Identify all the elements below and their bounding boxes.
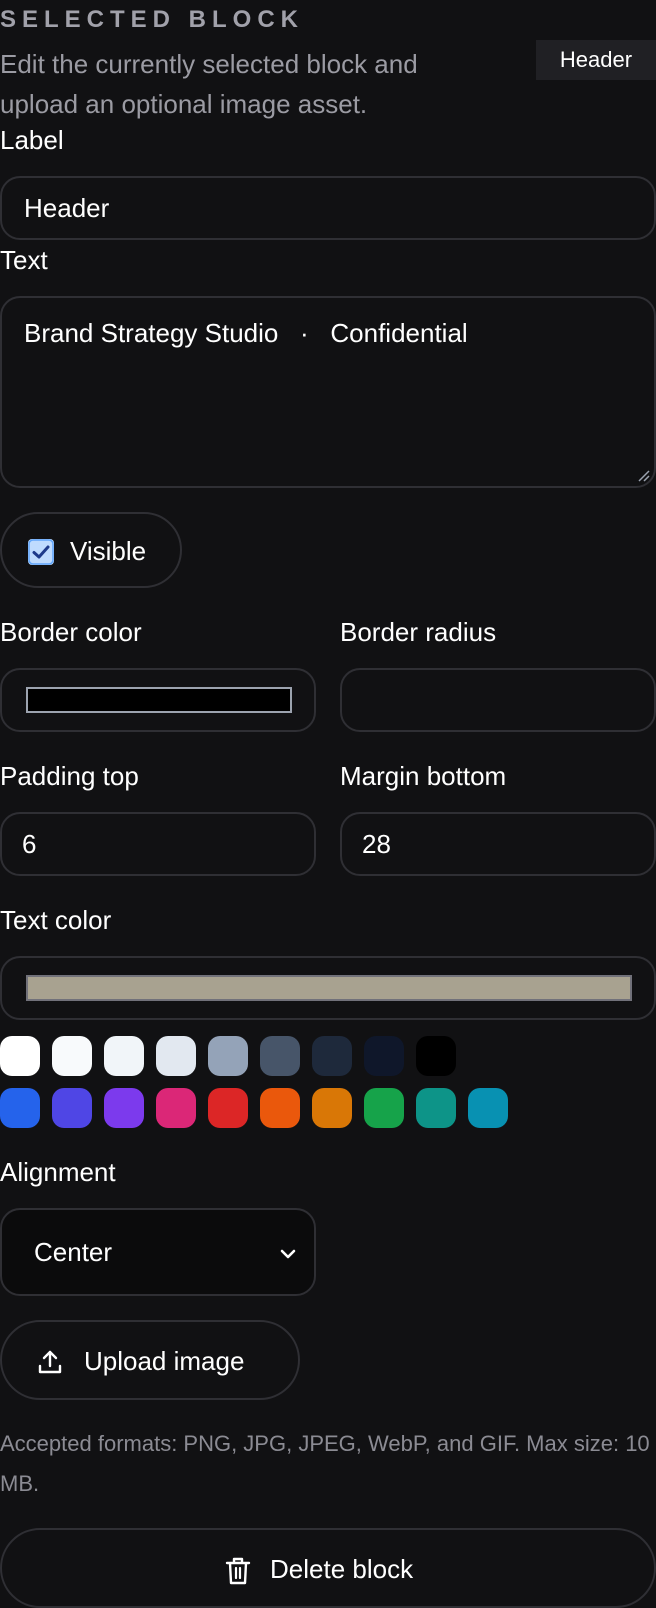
palette-swatch[interactable] xyxy=(208,1088,248,1128)
palette-swatch[interactable] xyxy=(312,1036,352,1076)
text-textarea[interactable]: Brand Strategy Studio · Confidential xyxy=(0,296,656,488)
upload-image-label: Upload image xyxy=(84,1346,245,1376)
visible-checkbox[interactable] xyxy=(28,539,54,565)
palette-swatch[interactable] xyxy=(104,1088,144,1128)
label-input[interactable]: Header xyxy=(0,176,656,240)
margin-bottom-label: Margin bottom xyxy=(340,761,507,791)
text-color-swatch xyxy=(26,975,632,1001)
checkmark-icon xyxy=(28,539,54,565)
selected-block-badge: Header xyxy=(536,40,656,80)
section-eyebrow: SELECTED BLOCK xyxy=(0,6,305,33)
palette-swatch[interactable] xyxy=(260,1088,300,1128)
padding-top-input[interactable]: 6 xyxy=(0,812,316,876)
trash-icon xyxy=(225,1557,251,1585)
alignment-value: Center xyxy=(34,1237,113,1267)
label-input-value: Header xyxy=(24,193,110,223)
label-field-label: Label xyxy=(0,125,64,155)
palette-swatch[interactable] xyxy=(0,1088,40,1128)
delete-block-label: Delete block xyxy=(270,1554,414,1584)
palette-swatch[interactable] xyxy=(52,1036,92,1076)
border-color-swatch xyxy=(26,687,292,713)
padding-top-value: 6 xyxy=(22,829,37,859)
upload-image-button[interactable]: Upload image xyxy=(0,1320,300,1400)
resize-handle-icon[interactable] xyxy=(636,468,650,482)
chevron-down-icon xyxy=(280,1249,296,1259)
margin-bottom-input[interactable]: 28 xyxy=(340,812,656,876)
text-color-label: Text color xyxy=(0,905,112,935)
border-color-label: Border color xyxy=(0,617,142,647)
palette-swatch[interactable] xyxy=(208,1036,248,1076)
alignment-label: Alignment xyxy=(0,1157,116,1187)
border-radius-input[interactable] xyxy=(340,668,656,732)
alignment-select[interactable]: Center xyxy=(0,1208,316,1296)
text-color-input[interactable] xyxy=(0,956,656,1020)
palette-swatch[interactable] xyxy=(364,1036,404,1076)
palette-swatch[interactable] xyxy=(260,1036,300,1076)
visible-label: Visible xyxy=(70,536,147,566)
palette-swatch[interactable] xyxy=(364,1088,404,1128)
palette-swatch[interactable] xyxy=(104,1036,144,1076)
palette-swatch[interactable] xyxy=(156,1036,196,1076)
delete-block-button[interactable]: Delete block xyxy=(0,1528,656,1608)
palette-swatch[interactable] xyxy=(468,1088,508,1128)
palette-swatch[interactable] xyxy=(416,1036,456,1076)
padding-top-label: Padding top xyxy=(0,761,139,791)
visible-toggle[interactable]: Visible xyxy=(0,512,182,588)
text-textarea-value: Brand Strategy Studio · Confidential xyxy=(24,318,468,348)
border-color-input[interactable] xyxy=(0,668,316,732)
palette-swatch[interactable] xyxy=(312,1088,352,1128)
color-palette xyxy=(0,1036,656,1130)
palette-swatch[interactable] xyxy=(52,1088,92,1128)
section-description: Edit the currently selected block and up… xyxy=(0,49,418,119)
margin-bottom-value: 28 xyxy=(362,829,391,859)
upload-icon xyxy=(38,1350,62,1374)
upload-hint: Accepted formats: PNG, JPG, JPEG, WebP, … xyxy=(0,1431,650,1496)
palette-swatch[interactable] xyxy=(0,1036,40,1076)
palette-swatch[interactable] xyxy=(156,1088,196,1128)
palette-swatch[interactable] xyxy=(416,1088,456,1128)
text-field-label: Text xyxy=(0,245,48,275)
border-radius-label: Border radius xyxy=(340,617,497,647)
